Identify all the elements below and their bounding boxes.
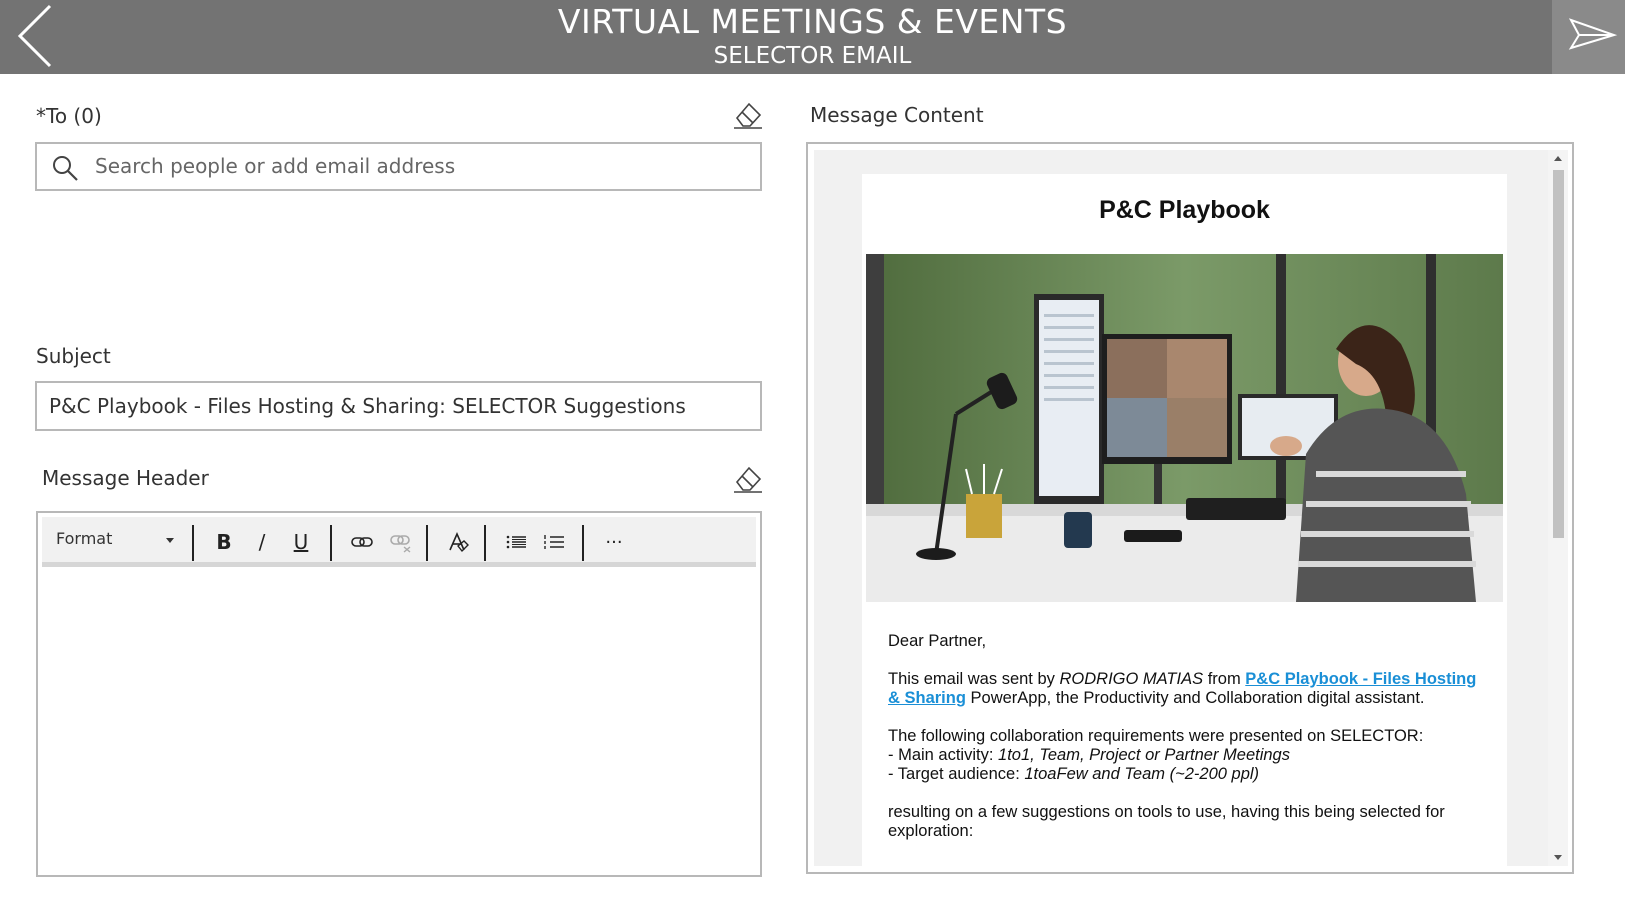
remove-link-button[interactable] (387, 528, 415, 556)
bold-icon: B (216, 530, 232, 554)
message-header-label: Message Header (42, 466, 209, 490)
numbered-list-icon (544, 535, 564, 549)
email-paragraph-suggestions: resulting on a few suggestions on tools … (888, 803, 1445, 840)
bulleted-list-icon (506, 535, 526, 549)
eraser-icon (734, 102, 762, 129)
underline-button[interactable]: U (287, 528, 315, 556)
toolbar-divider (484, 525, 486, 561)
clear-format-icon (449, 532, 469, 553)
message-header-editor[interactable]: Format B / U ··· (36, 511, 762, 877)
format-dropdown-label: Format (56, 529, 113, 548)
clear-format-button[interactable] (444, 528, 472, 556)
search-icon (53, 156, 78, 181)
email-text: The following collaboration requirements… (888, 727, 1424, 745)
email-paragraph-requirements: The following collaboration requirements… (888, 727, 1488, 784)
link-icon (351, 537, 373, 547)
toolbar-divider (426, 525, 428, 561)
subject-input[interactable] (49, 383, 752, 429)
italic-button[interactable]: / (248, 528, 276, 556)
email-paragraph-sender: This email was sent by RODRIGO MATIAS fr… (888, 670, 1488, 708)
message-content-label: Message Content (810, 103, 984, 127)
toolbar-divider (330, 525, 332, 561)
subject-field[interactable] (35, 381, 762, 431)
email-card: P&C Playbook Dear Partner, This email wa… (862, 174, 1507, 866)
to-label: *To (0) (36, 104, 102, 128)
unlink-icon (390, 535, 411, 553)
email-greeting: Dear Partner, (888, 632, 987, 650)
format-dropdown[interactable]: Format (56, 529, 178, 553)
email-body: Dear Partner, This email was sent by ROD… (888, 632, 1488, 860)
more-options-button[interactable]: ··· (600, 528, 628, 556)
email-text: This email was sent by (888, 670, 1060, 688)
italic-icon: / (258, 530, 266, 554)
underline-icon: U (293, 530, 309, 554)
app-header: VIRTUAL MEETINGS & EVENTS SELECTOR EMAIL (0, 0, 1625, 74)
to-search-input[interactable] (95, 144, 752, 188)
email-text: PowerApp, the Productivity and Collabora… (965, 689, 1425, 707)
bulleted-list-button[interactable] (502, 528, 530, 556)
email-text: - Main activity: (888, 746, 999, 764)
page-title: VIRTUAL MEETINGS & EVENTS (557, 2, 1068, 41)
email-main-activity: 1to1, Team, Project or Partner Meetings (998, 746, 1290, 764)
send-icon (1568, 18, 1618, 50)
email-title: P&C Playbook (1099, 196, 1270, 224)
caret-down-icon (166, 538, 174, 543)
clear-message-header-button[interactable] (731, 462, 763, 494)
bold-button[interactable]: B (210, 528, 238, 556)
page-subtitle: SELECTOR EMAIL (713, 43, 912, 69)
insert-link-button[interactable] (348, 528, 376, 556)
more-icon: ··· (605, 531, 623, 553)
email-target-audience: 1toaFew and Team (~2-200 ppl) (1024, 765, 1260, 783)
numbered-list-button[interactable] (540, 528, 568, 556)
message-content-preview[interactable]: P&C Playbook Dear Partner, This email wa… (806, 142, 1574, 874)
toolbar-divider (582, 525, 584, 561)
to-field[interactable] (35, 142, 762, 191)
email-text: - Target audience: (888, 765, 1025, 783)
scroll-down-icon[interactable] (1554, 855, 1562, 860)
editor-toolbar: Format B / U ··· (42, 517, 756, 567)
send-button[interactable] (1552, 0, 1625, 74)
scroll-up-icon[interactable] (1554, 156, 1562, 161)
email-banner-image (866, 254, 1503, 602)
email-text: from (1203, 670, 1246, 688)
toolbar-divider (192, 525, 194, 561)
scroll-thumb[interactable] (1553, 170, 1564, 538)
email-sender-name: RODRIGO MATIAS (1059, 670, 1204, 688)
vertical-scrollbar[interactable] (1548, 150, 1568, 866)
editor-body[interactable] (42, 573, 756, 871)
clear-to-button[interactable] (731, 98, 763, 130)
subject-label: Subject (36, 344, 111, 368)
eraser-icon (734, 466, 762, 493)
email-preview-viewport: P&C Playbook Dear Partner, This email wa… (814, 150, 1548, 866)
